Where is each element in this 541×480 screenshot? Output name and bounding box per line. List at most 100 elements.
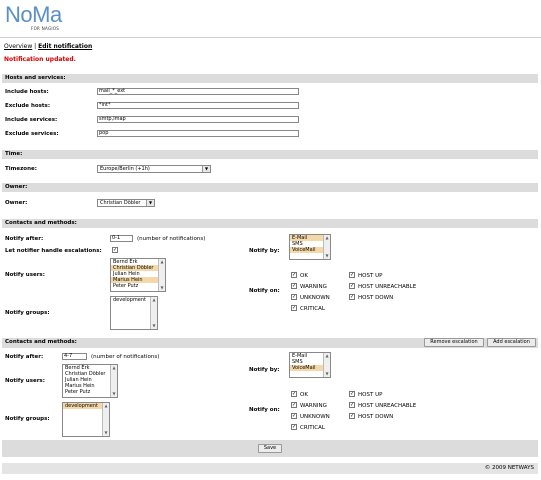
owner-value: Christian Döbler	[100, 200, 141, 206]
users-listbox[interactable]: Bernd Erk Christian Döbler Julian Hein M…	[62, 364, 118, 398]
nav-separator: |	[34, 43, 37, 50]
warning-checkbox[interactable]: ✓	[291, 283, 297, 289]
critical-label: CRITICAL	[300, 425, 325, 431]
methods-listbox[interactable]: E-Mail SMS VoiceMail ▲ ▼	[289, 352, 331, 378]
unknown-label: UNKNOWN	[300, 414, 330, 420]
notify-users-label: Notify users:	[5, 272, 45, 278]
notify-by-label: Notify by:	[249, 367, 280, 373]
scroll-up-icon[interactable]: ▲	[111, 365, 117, 371]
notify-after-label: Notify after:	[5, 354, 44, 360]
footer: © 2009 NETWAYS	[2, 463, 538, 474]
scroll-up-icon[interactable]: ▲	[151, 297, 157, 303]
escalation-checkbox[interactable]: ✓	[112, 247, 118, 253]
escalation-label: Let notifier handle escalations:	[5, 248, 102, 254]
unknown-checkbox[interactable]: ✓	[291, 413, 297, 419]
unknown-label: UNKNOWN	[300, 295, 330, 301]
notify-by-label: Notify by:	[249, 248, 280, 254]
scrollbar[interactable]: ▲ ▼	[110, 365, 117, 397]
host-up-checkbox[interactable]: ✓	[349, 272, 355, 278]
timezone-select[interactable]: Europe/Berlin (+1h) ▼	[97, 165, 211, 173]
scroll-up-icon[interactable]: ▲	[103, 403, 109, 409]
scrollbar[interactable]: ▲ ▼	[150, 297, 157, 329]
notify-after-label: Notify after:	[5, 236, 44, 242]
breadcrumb: Overview | Edit notification	[4, 43, 92, 50]
edit-notification-link[interactable]: Edit notification	[38, 43, 92, 50]
list-item[interactable]: Peter Putz	[63, 389, 117, 395]
groups-listbox[interactable]: development ▲ ▼	[62, 402, 110, 437]
remove-escalation-button[interactable]: Remove escalation	[424, 338, 484, 347]
host-unreachable-checkbox[interactable]: ✓	[349, 402, 355, 408]
section-header-hosts: Hosts and services:	[2, 74, 538, 83]
host-up-checkbox[interactable]: ✓	[349, 391, 355, 397]
notify-after-input[interactable]: 0-1	[110, 235, 133, 242]
exclude-hosts-input[interactable]: *int*	[97, 102, 299, 109]
add-escalation-button[interactable]: Add escalation	[487, 338, 536, 347]
unknown-checkbox[interactable]: ✓	[291, 294, 297, 300]
host-unreachable-checkbox[interactable]: ✓	[349, 283, 355, 289]
status-message: Notification updated.	[4, 56, 76, 63]
owner-select[interactable]: Christian Döbler ▼	[97, 199, 155, 207]
notify-after-input[interactable]: 4-7	[62, 353, 87, 360]
host-unreachable-label: HOST UNREACHABLE	[358, 403, 417, 409]
warning-label: WARNING	[300, 403, 327, 409]
host-down-checkbox[interactable]: ✓	[349, 294, 355, 300]
scrollbar[interactable]: ▲ ▼	[158, 259, 165, 291]
ok-checkbox[interactable]: ✓	[291, 272, 297, 278]
host-unreachable-label: HOST UNREACHABLE	[358, 284, 417, 290]
notify-on-label: Notify on:	[249, 407, 280, 413]
methods-listbox[interactable]: E-Mail SMS VoiceMail ▲ ▼	[289, 234, 331, 260]
notify-after-unit: (number of notifications)	[137, 236, 206, 242]
section-header-owner: Owner:	[2, 183, 538, 192]
include-hosts-input[interactable]: mail_*_ext	[97, 88, 299, 95]
scroll-up-icon[interactable]: ▲	[324, 353, 330, 359]
section-header-contacts: Contacts and methods:	[2, 219, 538, 228]
timezone-label: Timezone:	[5, 166, 37, 172]
ok-label: OK	[300, 273, 308, 279]
overview-link[interactable]: Overview	[4, 43, 32, 50]
noma-logo: NoMa FOR NAGIOS	[5, 4, 75, 34]
critical-checkbox[interactable]: ✓	[291, 424, 297, 430]
ok-label: OK	[300, 392, 308, 398]
notify-after-unit: (number of notifications)	[91, 354, 160, 360]
groups-listbox[interactable]: development ▲ ▼	[110, 296, 158, 330]
logo-word: NoMa	[5, 2, 62, 27]
exclude-services-input[interactable]: pop	[97, 130, 299, 137]
scroll-up-icon[interactable]: ▲	[159, 259, 165, 265]
critical-label: CRITICAL	[300, 306, 325, 312]
exclude-services-label: Exclude services:	[5, 131, 59, 137]
list-item[interactable]: Peter Putz	[111, 283, 165, 289]
exclude-hosts-label: Exclude hosts:	[5, 103, 51, 109]
save-button[interactable]: Save	[258, 444, 282, 453]
scroll-down-icon[interactable]: ▼	[324, 371, 330, 377]
host-down-checkbox[interactable]: ✓	[349, 413, 355, 419]
warning-label: WARNING	[300, 284, 327, 290]
scroll-down-icon[interactable]: ▼	[151, 323, 157, 329]
scrollbar[interactable]: ▲ ▼	[323, 235, 330, 259]
chevron-down-icon: ▼	[146, 200, 154, 206]
ok-checkbox[interactable]: ✓	[291, 391, 297, 397]
header-divider	[0, 37, 541, 38]
notify-users-label: Notify users:	[5, 378, 45, 384]
section-header-time: Time:	[2, 150, 538, 159]
host-down-label: HOST DOWN	[358, 414, 394, 420]
include-services-input[interactable]: smtp,imap	[97, 116, 299, 123]
logo-subtitle: FOR NAGIOS	[31, 26, 60, 31]
scroll-down-icon[interactable]: ▼	[111, 391, 117, 397]
timezone-value: Europe/Berlin (+1h)	[100, 166, 150, 172]
critical-checkbox[interactable]: ✓	[291, 305, 297, 311]
include-hosts-label: Include hosts:	[5, 89, 49, 95]
scrollbar[interactable]: ▲ ▼	[323, 353, 330, 377]
chevron-down-icon: ▼	[202, 166, 210, 172]
users-listbox[interactable]: Bernd Erk Christian Döbler Julian Hein M…	[110, 258, 166, 292]
copyright-text: © 2009 NETWAYS	[484, 465, 534, 471]
scroll-up-icon[interactable]: ▲	[324, 235, 330, 241]
notify-groups-label: Notify groups:	[5, 310, 50, 316]
host-up-label: HOST UP	[358, 392, 383, 398]
scrollbar[interactable]: ▲ ▼	[102, 403, 109, 436]
notify-groups-label: Notify groups:	[5, 416, 50, 422]
scroll-down-icon[interactable]: ▼	[159, 285, 165, 291]
scroll-down-icon[interactable]: ▼	[103, 430, 109, 436]
host-down-label: HOST DOWN	[358, 295, 394, 301]
warning-checkbox[interactable]: ✓	[291, 402, 297, 408]
scroll-down-icon[interactable]: ▼	[324, 253, 330, 259]
